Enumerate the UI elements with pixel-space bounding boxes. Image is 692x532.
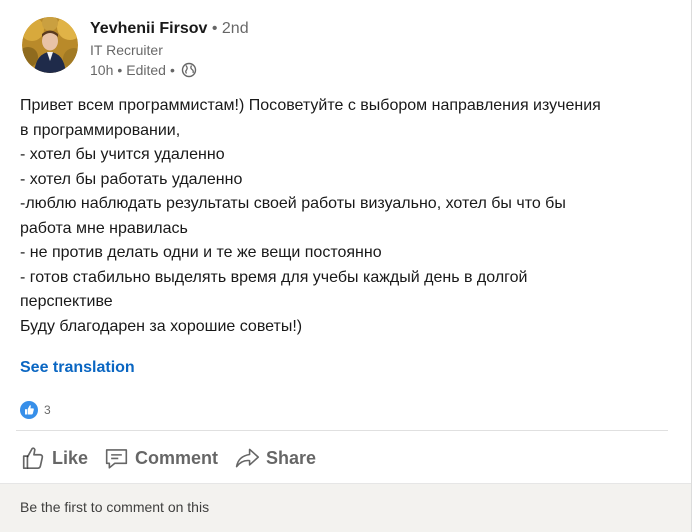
post-meta: 10h • Edited •: [90, 62, 197, 78]
post-line: - готов стабильно выделять время для уче…: [20, 268, 528, 286]
post-line: в программировании,: [20, 121, 181, 139]
like-icon: [20, 401, 38, 419]
post-line: - хотел бы учится удаленно: [20, 146, 225, 163]
share-label: Share: [265, 447, 316, 468]
like-button[interactable]: Like: [16, 438, 92, 478]
comments-footer: Be the first to comment on this: [0, 483, 691, 532]
edited-label: Edited: [126, 62, 166, 78]
globe-icon: [181, 62, 197, 78]
reactions-summary[interactable]: 3: [20, 401, 51, 419]
author-avatar[interactable]: [22, 17, 78, 73]
thumbs-up-icon: [22, 447, 44, 470]
post-line: - не против делать одни и те же вещи пос…: [20, 244, 382, 261]
post-text: Привет всем программистам!) Посоветуйте …: [20, 94, 660, 339]
post-header: Yevhenii Firsov • 2nd IT Recruiter 10h •…: [22, 17, 662, 81]
meta-separator: •: [169, 62, 175, 78]
author-name[interactable]: Yevhenii Firsov: [90, 20, 207, 37]
divider: [16, 430, 668, 431]
meta-separator: •: [117, 62, 123, 78]
post-time: 10h: [90, 62, 114, 78]
post-line: работа мне нравилась: [20, 219, 188, 237]
first-comment-prompt: Be the first to comment on this: [20, 499, 210, 515]
connection-degree: • 2nd: [211, 20, 249, 37]
social-actions-bar: Like Comment Share: [16, 438, 328, 478]
post-line: -люблю наблюдать результаты своей работы…: [20, 195, 566, 212]
share-icon: [235, 448, 260, 468]
author-name-row: Yevhenii Firsov • 2nd: [90, 20, 249, 38]
like-label: Like: [51, 447, 88, 468]
post-line: Буду благодарен за хорошие советы!): [20, 317, 303, 335]
post-line: Привет всем программистам!) Посоветуйте …: [20, 97, 601, 114]
comment-label: Comment: [134, 447, 218, 468]
post-line: - хотел бы работать удаленно: [20, 170, 243, 188]
post-card: Yevhenii Firsov • 2nd IT Recruiter 10h •…: [0, 0, 692, 532]
reaction-count: 3: [44, 403, 51, 417]
comment-button[interactable]: Comment: [100, 438, 222, 478]
author-title: IT Recruiter: [90, 42, 163, 58]
comment-icon: [105, 449, 128, 469]
see-translation-link[interactable]: See translation: [20, 359, 135, 377]
post-line: перспективе: [20, 293, 113, 310]
share-button[interactable]: Share: [230, 438, 320, 478]
